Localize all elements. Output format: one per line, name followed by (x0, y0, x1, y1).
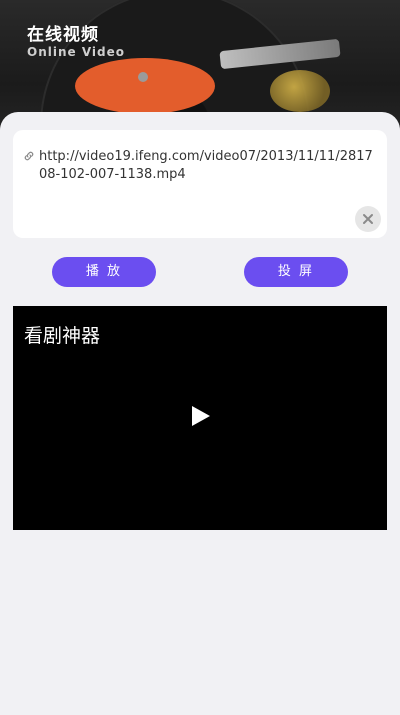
page-title: 在线视频 (27, 25, 99, 45)
url-input[interactable]: http://video19.ifeng.com/video07/2013/11… (39, 148, 375, 184)
play-icon[interactable] (190, 404, 212, 428)
url-input-card[interactable]: http://video19.ifeng.com/video07/2013/11… (13, 130, 387, 238)
record-spindle-image (138, 72, 148, 82)
clear-url-button[interactable] (355, 206, 381, 232)
page-subtitle: Online Video (27, 45, 125, 59)
video-player[interactable]: 看剧神器 (13, 306, 387, 530)
record-label-image (75, 58, 215, 114)
turntable-detail-image (270, 70, 330, 112)
play-button[interactable]: 播 放 (52, 257, 156, 287)
close-circle-icon (363, 214, 373, 224)
link-icon (24, 151, 34, 161)
content-sheet: http://video19.ifeng.com/video07/2013/11… (0, 112, 400, 715)
cast-button[interactable]: 投 屏 (244, 257, 348, 287)
player-title: 看剧神器 (24, 325, 101, 347)
